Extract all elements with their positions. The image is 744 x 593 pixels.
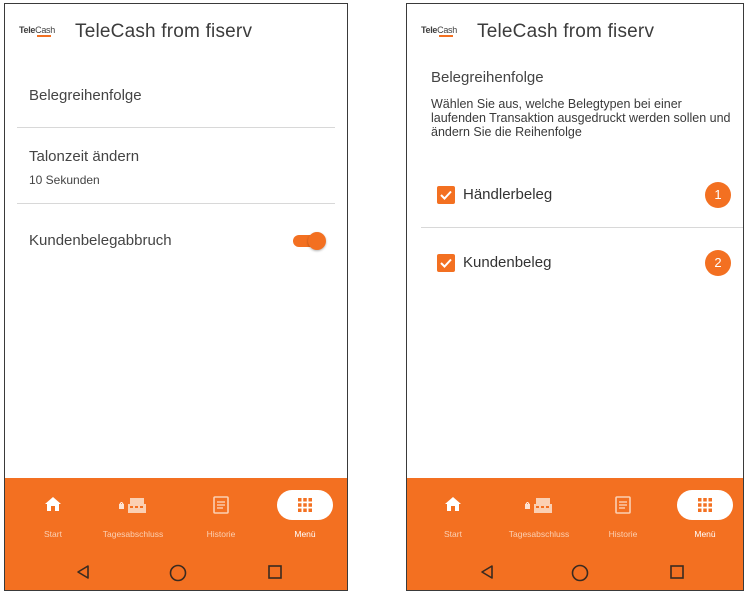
nav-label: Tagesabschluss xyxy=(102,529,164,539)
nav-label: Tagesabschluss xyxy=(508,529,570,539)
checkbox-label: Händlerbeleg xyxy=(463,186,553,203)
telecash-logo: TeleCash xyxy=(421,25,461,41)
order-badge: 2 xyxy=(705,250,731,276)
setting-belegreihenfolge[interactable]: Belegreihenfolge xyxy=(17,62,335,128)
nav-menu[interactable]: Menü xyxy=(265,478,345,552)
app-bar: TeleCash TeleCash from fiserv xyxy=(5,4,347,62)
nav-tagesabschluss[interactable]: Tagesabschluss xyxy=(499,478,579,552)
nav-label: Start xyxy=(444,529,462,539)
back-icon[interactable] xyxy=(479,564,495,585)
nav-label: Menü xyxy=(694,529,716,539)
back-icon[interactable] xyxy=(75,564,91,585)
cash-register-icon xyxy=(118,496,148,519)
section-description: Wählen Sie aus, welche Belegtypen bei ei… xyxy=(431,97,731,139)
setting-title: Talonzeit ändern xyxy=(29,148,140,165)
nav-tagesabschluss[interactable]: Tagesabschluss xyxy=(93,478,173,552)
phone-screen-receipt-order: TeleCash TeleCash from fiserv Belegreihe… xyxy=(406,3,744,591)
system-navigation-bar xyxy=(407,552,743,590)
divider xyxy=(421,227,743,228)
nav-historie[interactable]: Historie xyxy=(181,478,261,552)
grid-icon xyxy=(698,498,712,517)
app-title: TeleCash from fiserv xyxy=(75,21,253,42)
home-icon xyxy=(444,496,462,517)
grid-icon xyxy=(298,498,312,517)
nav-start[interactable]: Start xyxy=(413,478,493,552)
home-circle-icon[interactable] xyxy=(571,564,589,587)
checkbox-label: Kundenbeleg xyxy=(463,254,552,271)
logo-word1: Tele xyxy=(19,25,36,35)
receipt-row-haendlerbeleg[interactable]: Händlerbeleg 1 xyxy=(419,168,743,224)
document-icon xyxy=(213,496,229,519)
home-icon xyxy=(44,496,62,517)
setting-title: Kundenbelegabbruch xyxy=(29,232,172,249)
kundenbeleg-checkbox[interactable] xyxy=(437,254,455,272)
home-circle-icon[interactable] xyxy=(169,564,187,587)
haendlerbeleg-checkbox[interactable] xyxy=(437,186,455,204)
telecash-logo: TeleCash xyxy=(19,25,59,41)
nav-label: Historie xyxy=(608,529,638,539)
nav-start[interactable]: Start xyxy=(13,478,93,552)
logo-word2: Cash xyxy=(35,25,55,35)
setting-talonzeit[interactable]: Talonzeit ändern 10 Sekunden xyxy=(17,128,335,204)
app-bar: TeleCash TeleCash from fiserv xyxy=(407,4,743,62)
section-heading: Belegreihenfolge xyxy=(431,69,544,86)
logo-word2: Cash xyxy=(437,25,457,35)
setting-kundenbelegabbruch: Kundenbelegabbruch xyxy=(17,204,335,274)
logo-word1: Tele xyxy=(421,25,438,35)
system-navigation-bar xyxy=(5,552,347,590)
recents-icon[interactable] xyxy=(669,564,685,585)
bottom-navigation: Start Tagesabschluss Historie Menü xyxy=(5,478,347,552)
bottom-navigation: Start Tagesabschluss Historie Menü xyxy=(407,478,743,552)
recents-icon[interactable] xyxy=(267,564,283,585)
cash-register-icon xyxy=(524,496,554,519)
nav-historie[interactable]: Historie xyxy=(583,478,663,552)
setting-subtitle: 10 Sekunden xyxy=(29,173,100,187)
app-title: TeleCash from fiserv xyxy=(477,21,655,42)
nav-label: Menü xyxy=(294,529,316,539)
phone-screen-settings: TeleCash TeleCash from fiserv Belegreihe… xyxy=(4,3,348,591)
document-icon xyxy=(615,496,631,519)
nav-label: Historie xyxy=(206,529,236,539)
nav-menu[interactable]: Menü xyxy=(665,478,743,552)
kundenbelegabbruch-toggle[interactable] xyxy=(293,232,326,250)
nav-label: Start xyxy=(44,529,62,539)
setting-title: Belegreihenfolge xyxy=(29,87,142,104)
order-badge: 1 xyxy=(705,182,731,208)
receipt-row-kundenbeleg[interactable]: Kundenbeleg 2 xyxy=(419,236,743,292)
